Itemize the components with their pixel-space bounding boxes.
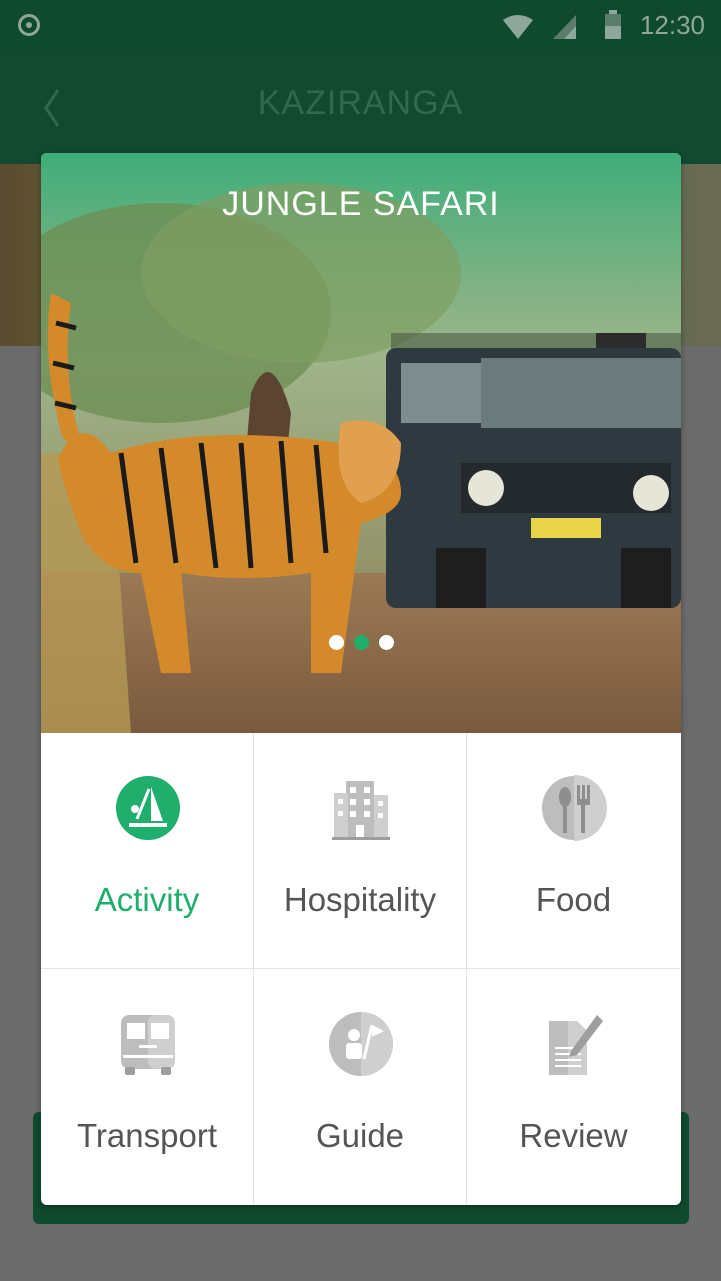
menu-item-label: Guide [315, 1117, 405, 1154]
menu-item-label: Food [535, 881, 612, 918]
menu-item-review[interactable]: Review [467, 969, 680, 1205]
notification-icon [18, 14, 40, 36]
signal-icon [553, 15, 576, 39]
app-bar: KAZIRANGA [0, 52, 721, 164]
food-icon [542, 775, 607, 841]
menu-item-hospitality[interactable]: Hospitality [254, 733, 467, 969]
menu-item-label: Hospitality [283, 881, 437, 918]
status-bar: 12:30 [0, 0, 721, 52]
category-grid: Activity Hospitality Food Transport Guid… [41, 733, 681, 1205]
carousel-dot-active[interactable] [353, 635, 369, 650]
hero-carousel[interactable]: JUNGLE SAFARI [41, 153, 681, 733]
page-title: KAZIRANGA [257, 84, 464, 122]
clock: 12:30 [639, 10, 705, 40]
menu-item-food[interactable]: Food [467, 733, 680, 969]
carousel-title: JUNGLE SAFARI [222, 185, 500, 223]
menu-item-label: Activity [94, 881, 200, 918]
guide-icon [329, 1012, 393, 1076]
menu-item-activity[interactable]: Activity [41, 733, 254, 969]
carousel-indicator [41, 635, 681, 655]
review-icon [549, 1015, 603, 1075]
menu-item-transport[interactable]: Transport [41, 969, 254, 1205]
category-dialog: JUNGLE SAFARI Activity Hospitality Food … [41, 153, 681, 1205]
battery-icon [605, 10, 621, 39]
bus-icon [121, 1015, 175, 1075]
building-icon [332, 781, 390, 840]
menu-item-label: Transport [77, 1117, 217, 1154]
carousel-dot[interactable] [328, 635, 344, 650]
menu-item-guide[interactable]: Guide [254, 969, 467, 1205]
menu-item-label: Review [519, 1117, 628, 1154]
carousel-dot[interactable] [378, 635, 394, 650]
wifi-icon [503, 15, 533, 39]
activity-icon [116, 776, 180, 840]
